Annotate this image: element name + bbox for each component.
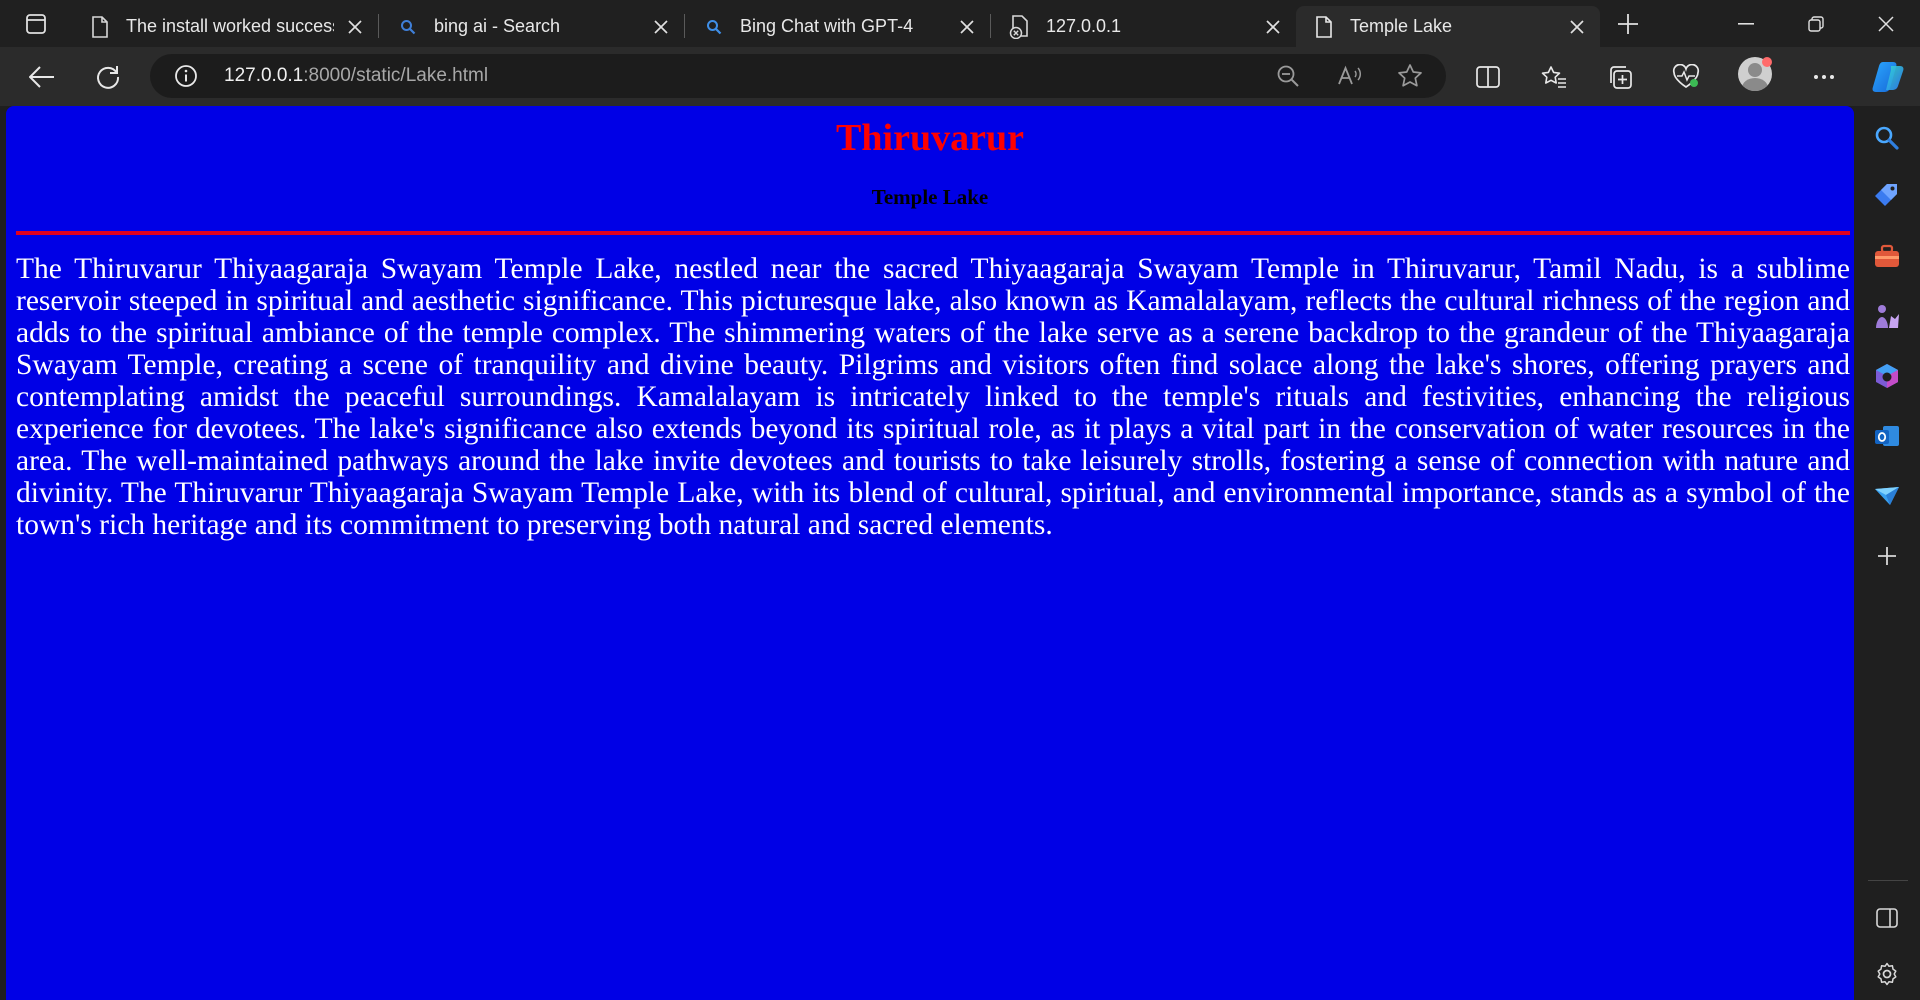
add-icon (1878, 547, 1896, 565)
edge-sidebar (1854, 106, 1920, 1000)
tab-bing-chat[interactable]: Bing Chat with GPT-4 (686, 6, 990, 47)
close-icon[interactable] (648, 14, 674, 40)
close-window-button[interactable] (1856, 0, 1916, 47)
tab-localhost[interactable]: 127.0.0.1 (992, 6, 1296, 47)
sidebar-add-button[interactable] (1869, 538, 1905, 574)
horizontal-rule (16, 231, 1850, 235)
restore-button[interactable] (1786, 0, 1846, 47)
tab-bing-ai-search[interactable]: bing ai - Search (380, 6, 684, 47)
close-icon[interactable] (342, 14, 368, 40)
shopping-tag-icon (1875, 184, 1897, 206)
tab-actions-icon (26, 14, 46, 34)
sidebar-games-button[interactable] (1869, 298, 1905, 334)
plus-icon (1618, 14, 1638, 34)
page-paragraph: The Thiruvarur Thiyaagaraja Swayam Templ… (16, 253, 1850, 541)
blocked-page-icon (1008, 14, 1032, 39)
minimize-icon (1738, 22, 1754, 25)
tab-title: Temple Lake (1350, 16, 1453, 36)
tab-separator (990, 14, 991, 38)
close-icon[interactable] (954, 14, 980, 40)
sidebar-search-button[interactable] (1869, 120, 1905, 156)
sidebar-divider (1868, 880, 1908, 881)
search-icon (1875, 126, 1899, 150)
tab-actions-button[interactable] (16, 10, 56, 38)
more-icon (1814, 75, 1834, 79)
minimize-button[interactable] (1716, 0, 1776, 47)
info-icon[interactable] (174, 64, 198, 88)
split-screen-button[interactable] (1470, 59, 1506, 95)
tools-icon (1875, 244, 1899, 267)
restore-icon (1808, 15, 1824, 32)
drop-icon (1875, 487, 1899, 505)
zoom-out-icon[interactable] (1274, 62, 1302, 90)
tab-temple-lake[interactable]: Temple Lake (1296, 6, 1600, 47)
navigation-toolbar: 127.0.0.1:8000/static/Lake.html (0, 47, 1920, 106)
search-icon (396, 15, 420, 39)
tab-install-worked[interactable]: The install worked successfully! Congrat… (72, 6, 378, 47)
more-button[interactable] (1806, 59, 1842, 95)
hide-sidebar-button[interactable] (1869, 900, 1905, 936)
tab-separator (378, 14, 379, 38)
copilot-icon (1872, 62, 1904, 92)
address-bar[interactable]: 127.0.0.1:8000/static/Lake.html (150, 54, 1446, 98)
tab-strip: The install worked successfully! Congrat… (0, 0, 1920, 47)
close-icon (1878, 15, 1894, 32)
sidebar-microsoft365-button[interactable] (1869, 358, 1905, 394)
settings-icon (1877, 962, 1897, 986)
tab-title: Bing Chat with GPT-4 (740, 16, 914, 36)
collections-button[interactable] (1602, 59, 1638, 95)
outlook-icon (1875, 426, 1899, 446)
games-icon (1876, 305, 1899, 328)
sidebar-tools-button[interactable] (1869, 238, 1905, 274)
url-host: 127.0.0.1 (224, 65, 304, 86)
browser-essentials-button[interactable] (1668, 59, 1704, 95)
search-icon (702, 15, 726, 39)
refresh-button[interactable] (90, 59, 126, 95)
tab-separator (684, 14, 685, 38)
page-subtitle: Temple Lake (871, 185, 989, 209)
close-icon[interactable] (1260, 14, 1286, 40)
new-tab-button[interactable] (1612, 10, 1644, 38)
url-text[interactable]: 127.0.0.1:8000/static/Lake.html (224, 65, 488, 87)
sidebar-drop-button[interactable] (1869, 478, 1905, 514)
page-title: Thiruvarur (836, 117, 1024, 159)
tab-title: bing ai - Search (434, 16, 561, 36)
back-icon (29, 66, 54, 88)
url-path: :8000/static/Lake.html (303, 65, 489, 86)
hide-sidebar-icon (1876, 908, 1898, 928)
sidebar-outlook-button[interactable] (1869, 418, 1905, 454)
tab-title: 127.0.0.1 (1046, 16, 1122, 36)
sidebar-shopping-button[interactable] (1869, 178, 1905, 214)
browser-essentials-icon (1672, 64, 1700, 89)
page-icon (1312, 15, 1336, 39)
notification-dot (1762, 57, 1772, 67)
split-screen-icon (1476, 66, 1500, 88)
collections-icon (1610, 66, 1632, 89)
microsoft365-icon (1876, 364, 1898, 388)
close-icon[interactable] (1564, 14, 1590, 40)
back-button[interactable] (24, 59, 60, 95)
copilot-button[interactable] (1868, 57, 1908, 97)
page-icon (88, 15, 112, 39)
tab-title: The install worked successfully! Congrat… (126, 16, 334, 36)
settings-button[interactable] (1869, 956, 1905, 992)
page-viewport: Thiruvarur Temple Lake The Thiruvarur Th… (6, 106, 1854, 1000)
refresh-icon (97, 66, 120, 89)
favorite-star-icon[interactable] (1396, 62, 1424, 90)
read-aloud-icon[interactable] (1336, 62, 1364, 90)
favorites-icon (1541, 66, 1566, 88)
favorites-button[interactable] (1536, 59, 1572, 95)
